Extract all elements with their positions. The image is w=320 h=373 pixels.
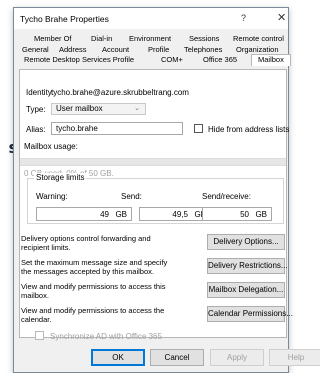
- tab-member-of[interactable]: Member Of: [34, 34, 72, 43]
- tab-remote-control[interactable]: Remote control: [233, 34, 284, 43]
- sync-ad-office365-checkbox[interactable]: [35, 331, 44, 340]
- warning-quota-input[interactable]: 49 GB: [36, 207, 132, 221]
- send-quota-input[interactable]: 49,5 GB: [139, 207, 211, 221]
- mailbox-delegation-description: View and modify permissions to access th…: [21, 282, 166, 300]
- tab-profile[interactable]: Profile: [148, 45, 169, 54]
- send-receive-quota-unit: GB: [255, 210, 267, 219]
- send-receive-quota-input[interactable]: 50 GB: [202, 207, 272, 221]
- send-quota-value: 49,5: [172, 210, 188, 219]
- tab-organization[interactable]: Organization: [236, 45, 279, 54]
- tab-environment[interactable]: Environment: [129, 34, 171, 43]
- calendar-permissions-button[interactable]: Calendar Permissions...: [207, 306, 293, 322]
- warning-label: Warning:: [36, 192, 68, 201]
- tab-account[interactable]: Account: [102, 45, 129, 54]
- mailbox-panel: Identity: tycho.brahe@azure.skrubbeltran…: [19, 69, 293, 338]
- sync-ad-office365-label: Synchronize AD with Office 365: [50, 332, 162, 341]
- tab-dial-in[interactable]: Dial-in: [91, 34, 112, 43]
- properties-dialog: Tycho Brahe Properties ? ✕ Member Of Dia…: [13, 7, 320, 373]
- hide-from-address-lists-checkbox[interactable]: [194, 124, 203, 133]
- type-select[interactable]: User mailbox ⌄: [51, 103, 146, 115]
- chevron-down-icon: ⌄: [134, 105, 140, 112]
- warning-quota-unit: GB: [115, 210, 127, 219]
- window-title: Tycho Brahe Properties: [20, 14, 109, 24]
- delivery-options-button[interactable]: Delivery Options...: [207, 234, 285, 250]
- tab-row-2: General Address Account Profile Telephon…: [14, 45, 290, 56]
- identity-value: tycho.brahe@azure.skrubbeltrang.com: [51, 88, 189, 97]
- storage-limits-group: Storage limits Warning: 49 GB Send: 49,5…: [27, 173, 284, 224]
- ok-button[interactable]: OK: [91, 349, 145, 366]
- tab-address[interactable]: Address: [59, 45, 87, 54]
- calendar-permissions-description: View and modify permissions to access th…: [21, 306, 165, 324]
- mailbox-delegation-button[interactable]: Mailbox Delegation...: [207, 282, 285, 298]
- mailbox-usage-label: Mailbox usage:: [24, 142, 78, 151]
- type-label: Type:: [26, 105, 46, 114]
- storage-limits-title: Storage limits: [34, 173, 87, 182]
- send-label: Send:: [121, 192, 142, 201]
- identity-label: Identity:: [26, 88, 55, 97]
- warning-quota-value: 49: [100, 210, 109, 219]
- type-select-value: User mailbox: [56, 104, 103, 113]
- tab-strip: Member Of Dial-in Environment Sessions R…: [14, 34, 291, 66]
- title-bar: Tycho Brahe Properties ? ✕: [14, 8, 288, 30]
- tab-row-3: Remote Desktop Services Profile COM+ Off…: [14, 54, 291, 66]
- close-icon[interactable]: ✕: [277, 11, 286, 24]
- delivery-restrictions-description: Set the maximum message size and specify…: [21, 258, 168, 276]
- alias-label: Alias:: [26, 125, 46, 134]
- send-receive-label: Send/receive:: [202, 192, 251, 201]
- help-title-button[interactable]: ?: [241, 13, 246, 23]
- mailbox-usage-bar: [20, 158, 286, 166]
- tab-com-plus[interactable]: COM+: [161, 55, 183, 64]
- apply-button[interactable]: Apply: [210, 349, 264, 366]
- tab-general[interactable]: General: [22, 45, 49, 54]
- alias-input-value: tycho.brahe: [56, 124, 98, 133]
- help-button[interactable]: Help: [269, 349, 320, 366]
- tab-mailbox[interactable]: Mailbox: [251, 54, 291, 66]
- delivery-options-description: Delivery options control forwarding and …: [21, 234, 151, 252]
- cancel-button[interactable]: Cancel: [150, 349, 204, 366]
- tab-sessions[interactable]: Sessions: [189, 34, 219, 43]
- tab-remote-desktop-services-profile[interactable]: Remote Desktop Services Profile: [24, 55, 134, 64]
- tab-row-1: Member Of Dial-in Environment Sessions R…: [14, 34, 290, 45]
- alias-input[interactable]: tycho.brahe: [51, 122, 183, 135]
- tab-telephones[interactable]: Telephones: [184, 45, 222, 54]
- tab-office-365[interactable]: Office 365: [203, 55, 237, 64]
- hide-from-address-lists-label: Hide from address lists: [208, 125, 290, 134]
- delivery-restrictions-button[interactable]: Delivery Restrictions...: [207, 258, 288, 274]
- send-receive-quota-value: 50: [240, 210, 249, 219]
